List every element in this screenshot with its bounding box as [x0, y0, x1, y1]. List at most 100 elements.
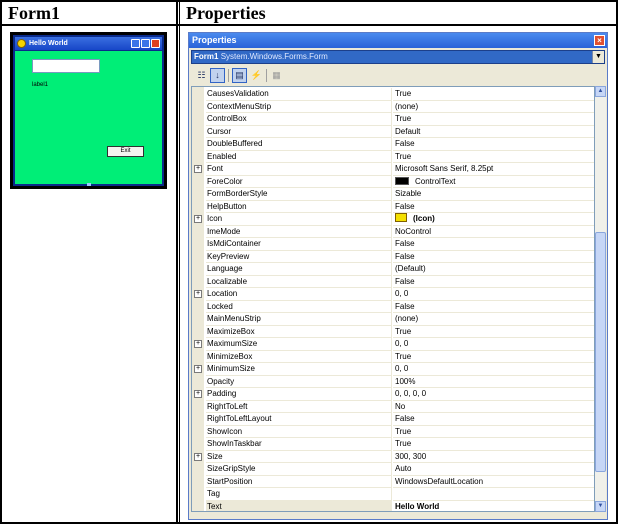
property-row[interactable]: + MinimumSize 0, 0	[192, 363, 594, 376]
close-icon[interactable]	[151, 39, 160, 48]
property-row[interactable]: + Location 0, 0	[192, 288, 594, 301]
property-value[interactable]: (none)	[393, 313, 594, 326]
property-row[interactable]: KeyPreview False	[192, 250, 594, 263]
property-value-text: 100%	[395, 376, 416, 386]
categorized-icon[interactable]: ☷	[194, 68, 209, 83]
form-textbox[interactable]	[32, 59, 100, 73]
property-row[interactable]: + Padding 0, 0, 0, 0	[192, 388, 594, 401]
property-name: MaximumSize	[206, 338, 392, 351]
property-value[interactable]: False	[393, 301, 594, 313]
property-row[interactable]: ForeColor ControlText	[192, 175, 594, 188]
properties-titlebar[interactable]: Properties ×	[189, 33, 607, 48]
property-row[interactable]: DoubleBuffered False	[192, 138, 594, 151]
property-value[interactable]: False	[393, 413, 594, 426]
property-value[interactable]: False	[393, 251, 594, 263]
property-value[interactable]: True	[393, 88, 594, 101]
property-value[interactable]: True	[393, 438, 594, 451]
form-window[interactable]: Hello World label1 Exit	[13, 35, 164, 186]
property-value[interactable]: 0, 0, 0, 0	[393, 388, 594, 401]
property-value[interactable]: False	[393, 238, 594, 251]
property-value[interactable]: 0, 0	[393, 338, 594, 351]
property-value[interactable]: 300, 300	[393, 451, 594, 463]
properties-icon[interactable]: ▤	[232, 68, 247, 83]
property-value[interactable]: 0, 0	[393, 288, 594, 301]
scroll-up-icon[interactable]: ▲	[595, 86, 606, 97]
property-row[interactable]: ControlBox True	[192, 113, 594, 126]
property-row[interactable]: HelpButton False	[192, 200, 594, 213]
property-value[interactable]: 0, 0	[393, 363, 594, 376]
property-row[interactable]: RightToLeft No	[192, 400, 594, 413]
property-row[interactable]: + Size 300, 300	[192, 450, 594, 463]
property-value[interactable]: 100%	[393, 376, 594, 388]
property-row[interactable]: IsMdiContainer False	[192, 238, 594, 251]
scrollbar-thumb[interactable]	[595, 232, 606, 472]
property-value[interactable]: Microsoft Sans Serif, 8.25pt	[393, 163, 594, 176]
events-lightning-icon[interactable]: ⚡	[249, 68, 264, 83]
property-row[interactable]: Tag	[192, 488, 594, 501]
object-selector[interactable]: Form1 System.Windows.Forms.Form ▼	[191, 50, 605, 64]
property-row[interactable]: MinimizeBox True	[192, 350, 594, 363]
form-titlebar[interactable]: Hello World	[15, 37, 162, 50]
scroll-down-icon[interactable]: ▼	[595, 501, 606, 512]
resize-grip[interactable]	[87, 183, 91, 186]
expand-icon[interactable]: +	[194, 390, 202, 398]
property-value[interactable]	[393, 488, 594, 501]
property-row[interactable]: Text Hello World	[192, 500, 594, 512]
property-row[interactable]: Opacity 100%	[192, 375, 594, 388]
property-pages-icon[interactable]: ▦	[269, 68, 284, 83]
property-row[interactable]: Language (Default)	[192, 263, 594, 276]
property-row[interactable]: Cursor Default	[192, 125, 594, 138]
expand-icon[interactable]: +	[194, 290, 202, 298]
property-value[interactable]: (Icon)	[393, 213, 594, 226]
property-value[interactable]: WindowsDefaultLocation	[393, 476, 594, 488]
property-value[interactable]: NoControl	[393, 226, 594, 238]
property-row[interactable]: StartPosition WindowsDefaultLocation	[192, 475, 594, 488]
chevron-down-icon[interactable]: ▼	[592, 51, 604, 63]
property-row[interactable]: Locked False	[192, 300, 594, 313]
property-row[interactable]: Enabled True	[192, 150, 594, 163]
property-value[interactable]: False	[393, 138, 594, 151]
property-value[interactable]: (none)	[393, 101, 594, 113]
property-row[interactable]: ContextMenuStrip (none)	[192, 100, 594, 113]
property-value[interactable]: True	[393, 326, 594, 338]
vertical-scrollbar[interactable]: ▲ ▼	[595, 86, 606, 512]
property-row[interactable]: MainMenuStrip (none)	[192, 313, 594, 326]
property-row[interactable]: RightToLeftLayout False	[192, 413, 594, 426]
property-value-text: True	[395, 151, 412, 161]
property-value[interactable]: Hello World	[393, 501, 594, 512]
property-row[interactable]: + MaximumSize 0, 0	[192, 338, 594, 351]
property-value[interactable]: ControlText	[393, 176, 594, 188]
expand-icon[interactable]: +	[194, 365, 202, 373]
expand-icon[interactable]: +	[194, 215, 202, 223]
minimize-icon[interactable]	[131, 39, 140, 48]
expand-icon[interactable]: +	[194, 165, 202, 173]
property-row[interactable]: + Font Microsoft Sans Serif, 8.25pt	[192, 163, 594, 176]
property-value[interactable]: True	[393, 351, 594, 363]
property-row[interactable]: SizeGripStyle Auto	[192, 463, 594, 476]
property-row[interactable]: + Icon (Icon)	[192, 213, 594, 226]
maximize-icon[interactable]	[141, 39, 150, 48]
property-value[interactable]: True	[393, 151, 594, 163]
alphabetical-icon[interactable]: ↓	[210, 68, 225, 83]
property-value[interactable]: Auto	[393, 463, 594, 476]
property-value[interactable]: Default	[393, 126, 594, 138]
property-name: HelpButton	[206, 200, 392, 213]
exit-button[interactable]: Exit	[107, 146, 144, 157]
property-value[interactable]: True	[393, 113, 594, 126]
property-value[interactable]: No	[393, 401, 594, 413]
expand-icon[interactable]: +	[194, 340, 202, 348]
property-row[interactable]: CausesValidation True	[192, 88, 594, 101]
property-row[interactable]: ImeMode NoControl	[192, 225, 594, 238]
property-value[interactable]: False	[393, 201, 594, 213]
property-row[interactable]: MaximizeBox True	[192, 325, 594, 338]
close-icon[interactable]: ×	[594, 35, 605, 46]
property-row[interactable]: Localizable False	[192, 275, 594, 288]
property-row[interactable]: ShowInTaskbar True	[192, 438, 594, 451]
expand-icon[interactable]: +	[194, 452, 202, 461]
property-value[interactable]: True	[393, 426, 594, 438]
property-value[interactable]: False	[393, 276, 594, 288]
property-value[interactable]: Sizable	[393, 188, 594, 201]
property-row[interactable]: ShowIcon True	[192, 425, 594, 438]
property-value[interactable]: (Default)	[393, 263, 594, 276]
property-row[interactable]: FormBorderStyle Sizable	[192, 188, 594, 201]
